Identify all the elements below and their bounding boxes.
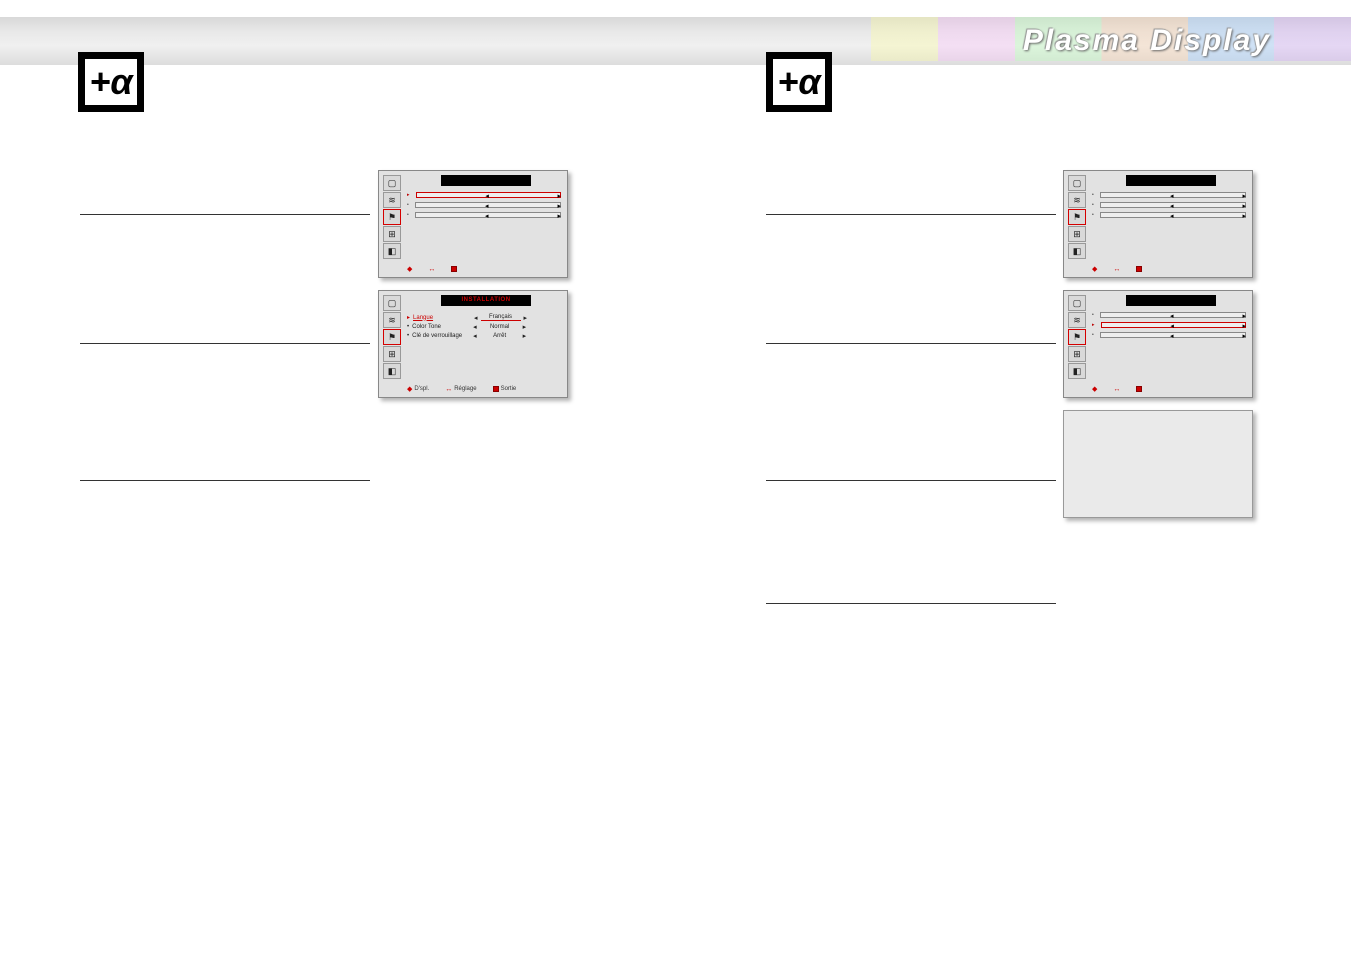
- osd-right-1: ▢ ≋ ⚑ ⊞ ◧ •◂▸ •◂▸ •◂▸ ◆ ↔: [1063, 170, 1253, 278]
- osd-right-3-blank: [1063, 410, 1253, 518]
- osd-lock-value: Arrêt: [480, 333, 520, 339]
- osd-colortone-label: Color Tone: [412, 324, 470, 330]
- header-band: Plasma Display: [0, 17, 1351, 65]
- step-body: Résultat: Les langues disponibles s'affi…: [80, 523, 370, 537]
- step-body: jusqu'à ce que le menu Installation soit…: [80, 352, 370, 366]
- step-head-text: Appuyez sur le bouton MENU.: [797, 187, 954, 199]
- step-head-text: Appuyez sur le bouton MENU.: [111, 187, 268, 199]
- osd-footer: ◆D'spl. ↔Réglage Sortie: [407, 385, 561, 393]
- osd-icon-function: ⊞: [383, 346, 401, 362]
- osd-icon-pip: ◧: [383, 243, 401, 259]
- osd-icon-install: ⚑: [1068, 329, 1086, 345]
- step-num: 3: [80, 434, 108, 472]
- alpha-box-left: +α: [78, 52, 144, 112]
- step-head-text: Appuyez sur le bouton ◄ ou ►: [111, 453, 274, 465]
- osd-icon-picture: ▢: [1068, 295, 1086, 311]
- notes-body: Vous pouvez également sélectionner ces o…: [766, 677, 1056, 705]
- osd-icon-sound: ≋: [1068, 192, 1086, 208]
- osd-title: [1126, 295, 1216, 306]
- right-step1: 1 Appuyez sur le bouton MENU. Résultat: …: [766, 168, 1056, 237]
- left-step1: 1 Appuyez sur le bouton MENU. Résultat: …: [80, 168, 370, 237]
- osd-icon-function: ⊞: [383, 226, 401, 242]
- right-notes: Remarque Vous pouvez également sélection…: [766, 656, 1056, 705]
- page-number-left: 28: [80, 922, 92, 934]
- osd-title: [1126, 175, 1216, 186]
- osd-footer-sortie: Sortie: [501, 386, 517, 392]
- osd-title: INSTALLATION: [441, 295, 531, 306]
- osd-icon-pip: ◧: [383, 363, 401, 379]
- step-body: pour sélectionner l'option Fixe.: [766, 489, 1056, 503]
- osd-footer: ◆ ↔: [1092, 385, 1246, 393]
- left-intro-text: Lorsque vous utilisez l'écran à plasma p…: [80, 128, 370, 171]
- osd-icon-sound: ≋: [1068, 312, 1086, 328]
- left-step2: 2 Appuyez sur le bouton ▲ ou ▼ jusqu'à c…: [80, 297, 370, 400]
- osd-icon-pip: ◧: [1068, 363, 1086, 379]
- right-step4: 4 Pour revenir en visualisation normale,…: [766, 557, 1056, 626]
- osd-icon-install: ⚑: [383, 329, 401, 345]
- right-step2: 2 Appuyez sur le bouton ▲ ou ▼ jusqu'à c…: [766, 297, 1056, 400]
- step-head-text: Appuyez sur le bouton ◄ ou ►: [797, 453, 960, 465]
- osd-colortone-value: Normal: [480, 324, 520, 330]
- step-body: Résultat: L'image en cours se maintient …: [766, 509, 1056, 523]
- osd-icon-pip: ◧: [1068, 243, 1086, 259]
- step-body: Résultat: Les options disponibles dans l…: [766, 372, 1056, 400]
- osd-icon-install: ⚑: [1068, 209, 1086, 225]
- step-num: 2: [766, 297, 794, 335]
- osd-icon-picture: ▢: [1068, 175, 1086, 191]
- step-body: normale, appuyez de nouveau sur le bouto…: [766, 612, 1056, 626]
- osd-footer: ◆ ↔: [1092, 265, 1246, 273]
- osd-footer-reglage: Réglage: [454, 386, 476, 392]
- osd-icon-sound: ≋: [383, 312, 401, 328]
- step-num: 4: [766, 557, 794, 595]
- page-number-right: 29: [1259, 922, 1271, 934]
- step-num: 1: [766, 168, 794, 206]
- osd-icons: ▢ ≋ ⚑ ⊞ ◧: [1068, 295, 1086, 379]
- step-body: pour sélectionner la langue appropriée. …: [80, 489, 370, 517]
- right-steps: 1 Appuyez sur le bouton MENU. Résultat: …: [766, 168, 1056, 712]
- step-num: 1: [80, 168, 108, 206]
- step-body: Résultat: Le menu principal s'affiche.: [766, 223, 1056, 237]
- osd-icon-function: ⊞: [1068, 346, 1086, 362]
- osd-footer-displ: D'spl.: [414, 386, 429, 392]
- header-title: Plasma Display: [1023, 24, 1271, 58]
- osd-lang-label: Langue: [413, 315, 471, 321]
- osd-icon-function: ⊞: [1068, 226, 1086, 242]
- notes-label: Remarque: [766, 657, 820, 669]
- osd-icons: ▢ ≋ ⚑ ⊞ ◧: [383, 295, 401, 379]
- osd-icon-picture: ▢: [383, 295, 401, 311]
- section-title-left: Sélection de la langue: [160, 72, 391, 98]
- osd-lang-value: Français: [481, 314, 521, 321]
- step-body: Résultat: Le menu principal s'affiche.: [80, 223, 370, 237]
- step-body: jusqu'à ce que le menu Fonction soit sél…: [766, 352, 1056, 366]
- osd-title: [441, 175, 531, 186]
- osd-left-1: ▢ ≋ ⚑ ⊞ ◧ ▸◂▸ •◂▸ •◂▸ ◆ ↔: [378, 170, 568, 278]
- osd-icon-picture: ▢: [383, 175, 401, 191]
- left-step3: 3 Appuyez sur le bouton ◄ ou ► pour séle…: [80, 434, 370, 537]
- step-head-text: Appuyez sur le bouton ▲ ou ▼: [111, 316, 274, 328]
- osd-footer: ◆ ↔: [407, 265, 561, 273]
- section-title-right: Utilisation de la fonction Fixe (maintie…: [847, 72, 1267, 124]
- step-num: 3: [766, 434, 794, 472]
- osd-lock-label: Clé de verrouillage: [412, 333, 470, 339]
- osd-icons: ▢ ≋ ⚑ ⊞ ◧: [1068, 175, 1086, 259]
- left-steps: 1 Appuyez sur le bouton MENU. Résultat: …: [80, 168, 370, 560]
- alpha-box-right: +α: [766, 52, 832, 112]
- osd-left-2: ▢ ≋ ⚑ ⊞ ◧ INSTALLATION ▸ Langue ◂ França…: [378, 290, 568, 398]
- osd-icon-sound: ≋: [383, 192, 401, 208]
- step-body: Résultat: Le menu Installation s'affiche…: [80, 372, 370, 400]
- osd-icons: ▢ ≋ ⚑ ⊞ ◧: [383, 175, 401, 259]
- osd-icon-install: ⚑: [383, 209, 401, 225]
- right-step3: 3 Appuyez sur le bouton ◄ ou ► pour séle…: [766, 434, 1056, 523]
- step-head-text: Appuyez sur le bouton ▲ ou ▼: [797, 316, 960, 328]
- step-num: 2: [80, 297, 108, 335]
- step-head-text: Pour revenir en visualisation: [797, 576, 947, 588]
- osd-right-2: ▢ ≋ ⚑ ⊞ ◧ •◂▸ ▸◂▸ •◂▸ ◆ ↔: [1063, 290, 1253, 398]
